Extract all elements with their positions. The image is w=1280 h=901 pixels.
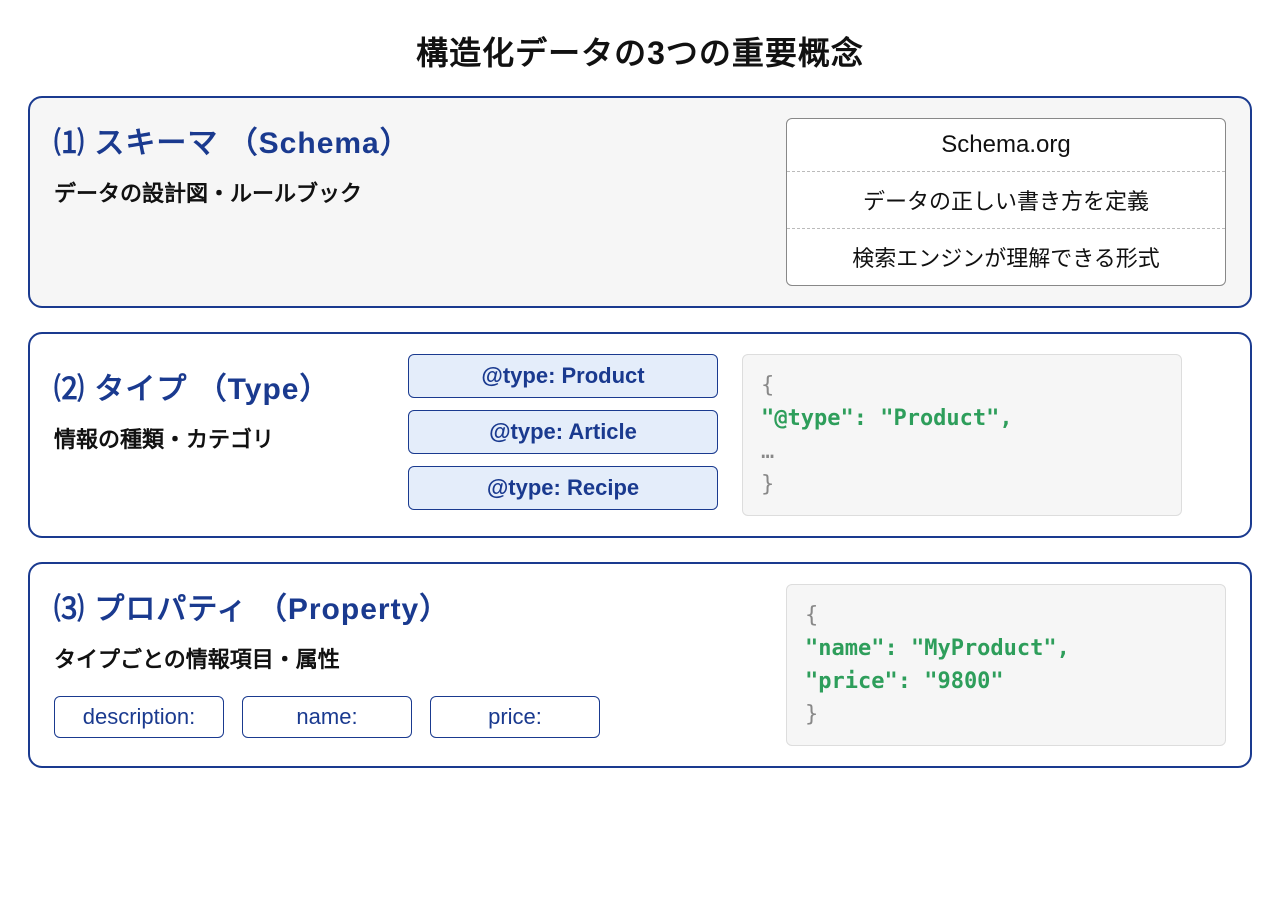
code-ellipsis: …	[761, 435, 1163, 468]
schema-info-box: Schema.org データの正しい書き方を定義 検索エンジンが理解できる形式	[786, 118, 1226, 286]
property-button-row: description: name: price:	[54, 696, 762, 738]
property-chip-name: name:	[242, 696, 412, 738]
schema-box-row-3: 検索エンジンが理解できる形式	[787, 229, 1225, 285]
property-subheading: タイプごとの情報項目・属性	[54, 642, 762, 674]
schema-box-row-1: Schema.org	[787, 119, 1225, 172]
property-heading: ⑶ プロパティ （Property）	[54, 584, 762, 628]
property-code-example: { "name": "MyProduct", "price": "9800" }	[786, 584, 1226, 746]
code-brace-open: {	[805, 599, 1207, 632]
type-code-example: { "@type": "Product", … }	[742, 354, 1182, 516]
property-chip-price: price:	[430, 696, 600, 738]
type-card: ⑵ タイプ （Type） 情報の種類・カテゴリ @type: Product @…	[28, 332, 1252, 538]
code-brace-close: }	[761, 468, 1163, 501]
type-pill-product: @type: Product	[408, 354, 718, 398]
code-brace-open: {	[761, 369, 1163, 402]
property-card: ⑶ プロパティ （Property） タイプごとの情報項目・属性 descrip…	[28, 562, 1252, 768]
code-line-type: "@type": "Product",	[761, 402, 1163, 435]
code-line-price: "price": "9800"	[805, 665, 1207, 698]
type-pill-list: @type: Product @type: Article @type: Rec…	[408, 354, 718, 510]
schema-subheading: データの設計図・ルールブック	[54, 176, 762, 208]
schema-card: ⑴ スキーマ （Schema） データの設計図・ルールブック Schema.or…	[28, 96, 1252, 308]
code-line-name: "name": "MyProduct",	[805, 632, 1207, 665]
schema-box-row-2: データの正しい書き方を定義	[787, 172, 1225, 229]
type-subheading: 情報の種類・カテゴリ	[54, 422, 384, 454]
page-title: 構造化データの3つの重要概念	[28, 28, 1252, 74]
type-heading: ⑵ タイプ （Type）	[54, 364, 384, 408]
code-brace-close: }	[805, 698, 1207, 731]
schema-heading: ⑴ スキーマ （Schema）	[54, 118, 762, 162]
type-pill-article: @type: Article	[408, 410, 718, 454]
property-chip-description: description:	[54, 696, 224, 738]
type-pill-recipe: @type: Recipe	[408, 466, 718, 510]
